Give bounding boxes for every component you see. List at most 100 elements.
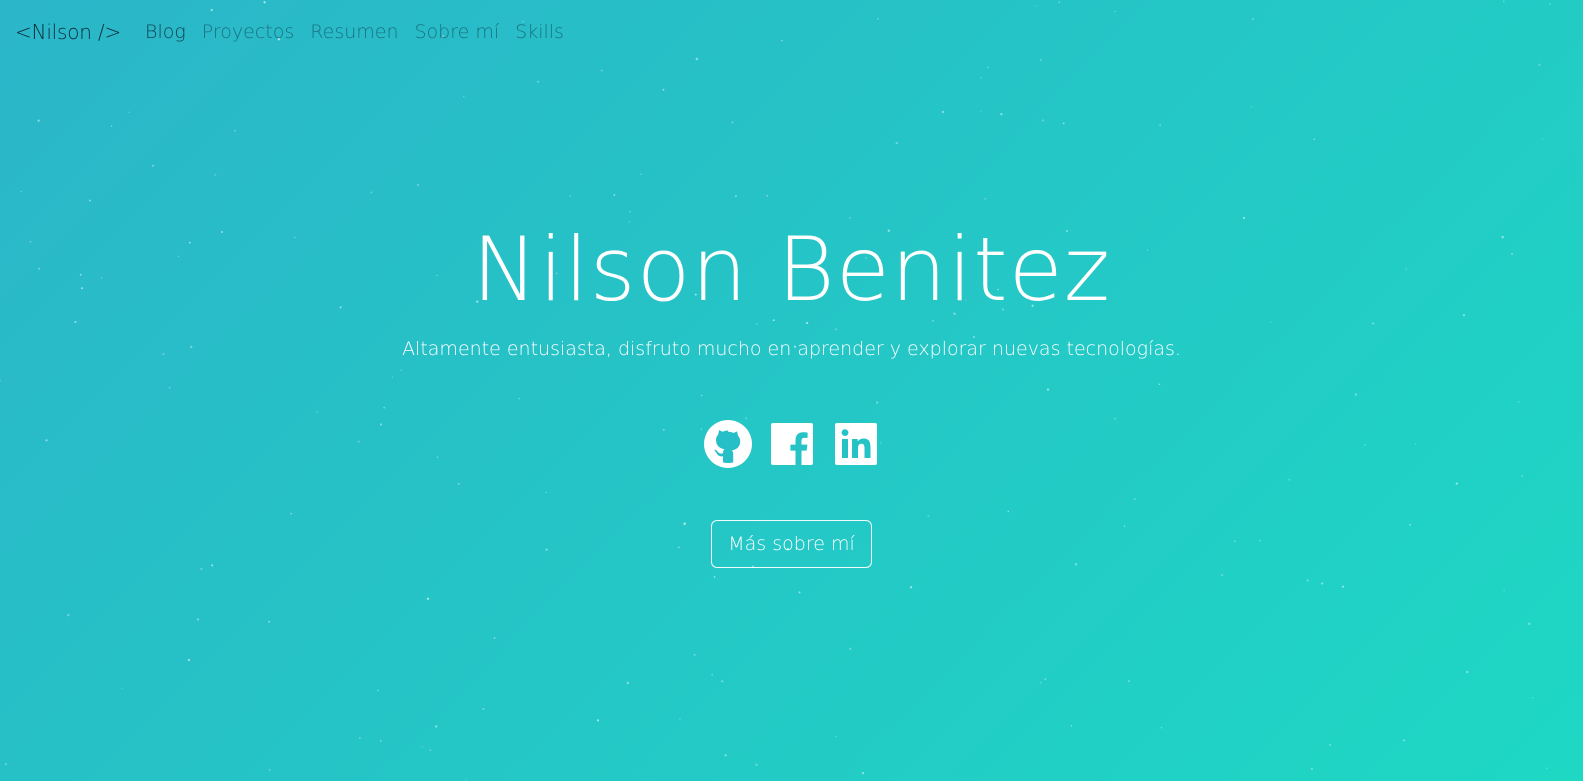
star-dot bbox=[196, 618, 200, 621]
star-dot bbox=[421, 746, 423, 748]
star-dot bbox=[110, 125, 113, 127]
star-dot bbox=[835, 735, 837, 738]
star-dot bbox=[941, 110, 944, 114]
brand-logo[interactable]: <Nilson /> bbox=[15, 20, 121, 44]
star-dot bbox=[1114, 10, 1116, 13]
star-dot bbox=[1503, 589, 1505, 592]
star-dot bbox=[731, 121, 734, 124]
facebook-icon bbox=[770, 423, 813, 465]
star-dot bbox=[234, 129, 236, 132]
star-dot bbox=[463, 95, 465, 98]
star-dot bbox=[1044, 678, 1047, 680]
star-dot bbox=[1250, 105, 1253, 108]
star-dot bbox=[695, 57, 699, 61]
nav-link-skills[interactable]: Skills bbox=[515, 21, 564, 43]
star-dot bbox=[1252, 18, 1255, 21]
star-dot bbox=[426, 597, 430, 600]
github-link[interactable] bbox=[703, 420, 752, 468]
star-dot bbox=[1039, 58, 1042, 61]
star-dot bbox=[151, 164, 155, 167]
star-dot bbox=[876, 17, 879, 20]
star-dot bbox=[766, 194, 769, 197]
star-dot bbox=[268, 768, 271, 771]
star-dot bbox=[781, 39, 783, 42]
star-dot bbox=[713, 576, 716, 578]
star-dot bbox=[1502, 0, 1505, 3]
star-dot bbox=[662, 88, 665, 91]
star-dot bbox=[187, 658, 191, 662]
star-dot bbox=[569, 194, 572, 197]
star-dot bbox=[429, 749, 432, 752]
facebook-link[interactable] bbox=[768, 420, 816, 468]
star-dot bbox=[1159, 124, 1161, 126]
star-dot bbox=[200, 567, 203, 571]
star-dot bbox=[493, 637, 496, 639]
star-dot bbox=[626, 681, 629, 685]
star-dot bbox=[1058, 1, 1061, 4]
star-dot bbox=[416, 183, 420, 187]
star-dot bbox=[379, 740, 382, 742]
nav-link-blog[interactable]: Blog bbox=[145, 21, 186, 43]
star-dot bbox=[214, 173, 217, 176]
star-dot bbox=[37, 119, 40, 122]
star-dot bbox=[268, 620, 271, 623]
star-dot bbox=[1160, 727, 1163, 729]
star-dot bbox=[629, 210, 632, 213]
star-dot bbox=[1466, 670, 1469, 674]
star-dot bbox=[980, 77, 982, 79]
star-dot bbox=[4, 763, 7, 766]
star-dot bbox=[1313, 138, 1316, 141]
top-navbar: <Nilson /> Blog Proyectos Resumen Sobre … bbox=[0, 0, 564, 64]
nav-link-proyectos[interactable]: Proyectos bbox=[202, 21, 295, 43]
hero-section: Nilson Benitez Altamente entusiasta, dis… bbox=[0, 218, 1583, 568]
star-dot bbox=[1128, 680, 1130, 682]
star-dot bbox=[376, 689, 379, 692]
nav-link-resumen[interactable]: Resumen bbox=[310, 21, 398, 43]
star-dot bbox=[721, 680, 724, 683]
star-dot bbox=[596, 719, 600, 722]
star-dot bbox=[724, 754, 727, 757]
star-dot bbox=[465, 779, 467, 781]
star-dot bbox=[693, 653, 696, 656]
star-dot bbox=[435, 725, 438, 728]
star-dot bbox=[1527, 622, 1531, 626]
linkedin-icon bbox=[834, 423, 877, 465]
star-dot bbox=[1221, 574, 1224, 577]
star-dot bbox=[359, 737, 361, 739]
star-dot bbox=[755, 763, 758, 767]
star-dot bbox=[849, 647, 852, 650]
star-dot bbox=[1549, 3, 1551, 5]
star-dot bbox=[895, 141, 898, 145]
star-dot bbox=[613, 194, 616, 196]
page: <Nilson /> Blog Proyectos Resumen Sobre … bbox=[0, 0, 1583, 781]
star-dot bbox=[121, 687, 123, 689]
star-dot bbox=[1040, 681, 1042, 684]
hero-title: Nilson Benitez bbox=[472, 218, 1111, 321]
star-dot bbox=[861, 772, 864, 775]
star-dot bbox=[1062, 122, 1065, 125]
linkedin-link[interactable] bbox=[832, 420, 880, 468]
star-dot bbox=[679, 718, 681, 720]
star-dot bbox=[370, 191, 373, 194]
star-dot bbox=[984, 197, 987, 200]
star-dot bbox=[980, 110, 982, 112]
star-dot bbox=[537, 80, 540, 83]
star-dot bbox=[798, 591, 801, 594]
more-about-me-button[interactable]: Más sobre mí bbox=[711, 520, 872, 568]
star-dot bbox=[1000, 113, 1003, 116]
star-dot bbox=[600, 69, 603, 72]
star-dot bbox=[1306, 579, 1309, 582]
star-dot bbox=[1035, 5, 1037, 7]
star-dot bbox=[1070, 725, 1073, 727]
star-dot bbox=[1041, 119, 1045, 122]
star-dot bbox=[1538, 63, 1541, 66]
star-dot bbox=[986, 66, 989, 69]
nav-link-sobre-mi[interactable]: Sobre mí bbox=[415, 21, 500, 43]
star-dot bbox=[711, 673, 714, 676]
star-dot bbox=[1321, 582, 1324, 585]
star-dot bbox=[1403, 739, 1405, 742]
github-icon bbox=[703, 420, 752, 468]
star-dot bbox=[67, 613, 70, 617]
star-dot bbox=[640, 173, 642, 176]
hero-subtitle: Altamente entusiasta, disfruto mucho en … bbox=[402, 338, 1181, 360]
